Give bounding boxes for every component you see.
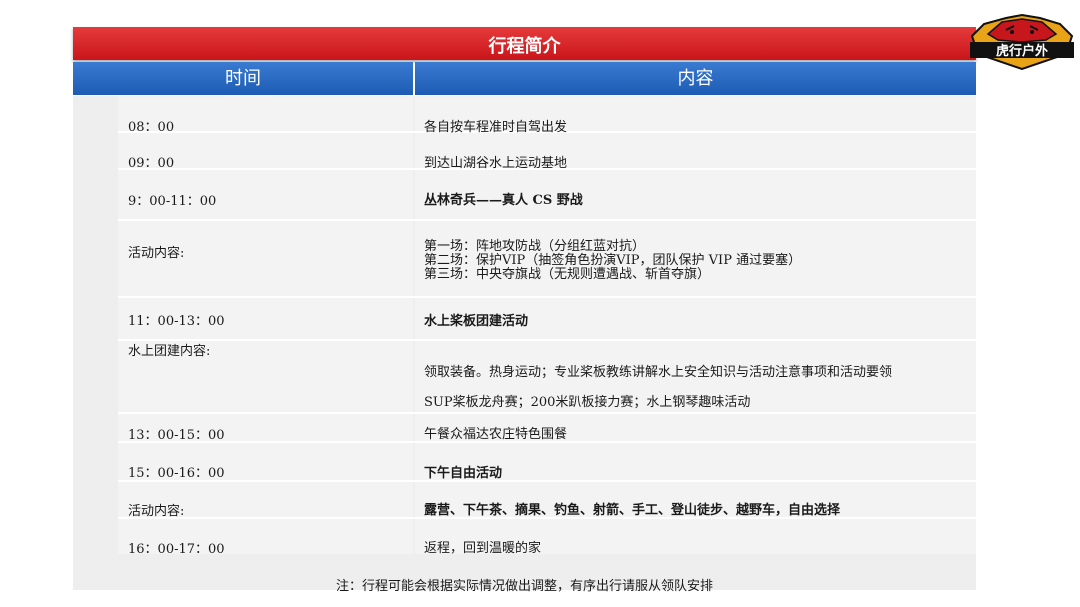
table-row-time: 活动内容: [128,504,185,519]
column-header-time: 时间 [73,62,413,95]
table-row-content-multiline: 第一场：阵地攻防战（分组红蓝对抗） 第二场：保护VIP（抽签角色扮演VIP，团队… [424,240,801,282]
table-row-time: 11：00-13：00 [128,314,225,329]
row-divider [118,339,976,341]
table-row-content: 到达山湖谷水上运动基地 [424,156,568,171]
row-divider [118,219,976,221]
table-row-content: 各自按车程准时自驾出发 [424,120,568,135]
table-row-content: 返程，回到温暖的家 [424,541,542,556]
row-divider [118,412,976,414]
content-line: 第一场：阵地攻防战（分组红蓝对抗） [424,239,646,254]
table-row-content: SUP桨板龙舟赛；200米趴板接力赛；水上钢琴趣味活动 [424,395,751,410]
footer-note: 注：行程可能会根据实际情况做出调整，有序出行请服从领队安排 [335,579,713,594]
table-row-content: 水上桨板团建活动 [424,314,529,329]
table-row-content: 露营、下午茶、摘果、钓鱼、射箭、手工、登山徒步、越野车，自由选择 [424,503,841,518]
content-line: 第三场：中央夺旗战（无规则遭遇战、斩首夺旗） [424,267,711,282]
table-row-time: 09：00 [128,156,175,171]
page-title: 行程简介 [488,36,561,57]
tiger-logo-icon: 虎行户外 [970,13,1074,71]
table-row-content: 下午自由活动 [424,466,503,481]
title-bar: 行程简介 [73,27,976,60]
table-row-time: 13：00-15：00 [128,428,225,443]
table-row-content: 领取装备。热身运动；专业桨板教练讲解水上安全知识与活动注意事项和活动要领 [424,365,893,380]
table-row-time: 15：00-16：00 [128,466,225,481]
table-row-time: 9：00-11：00 [128,194,217,209]
svg-text:虎行户外: 虎行户外 [996,43,1048,59]
table-row-time: 08：00 [128,120,175,135]
row-divider [118,296,976,298]
column-header-content: 内容 [415,62,976,95]
table-row-time: 水上团建内容: [128,344,211,359]
table-row-content: 丛林奇兵——真人 CS 野战 [424,193,583,208]
row-divider [118,480,976,482]
table-row-content: 午餐众福达农庄特色围餐 [424,427,568,442]
content-line: 第二场：保护VIP（抽签角色扮演VIP，团队保护 VIP 通过要塞） [424,253,802,268]
table-row-time: 活动内容: [128,246,185,261]
table-row-time: 16：00-17：00 [128,542,225,557]
brand-logo: 虎行户外 [966,13,1078,71]
